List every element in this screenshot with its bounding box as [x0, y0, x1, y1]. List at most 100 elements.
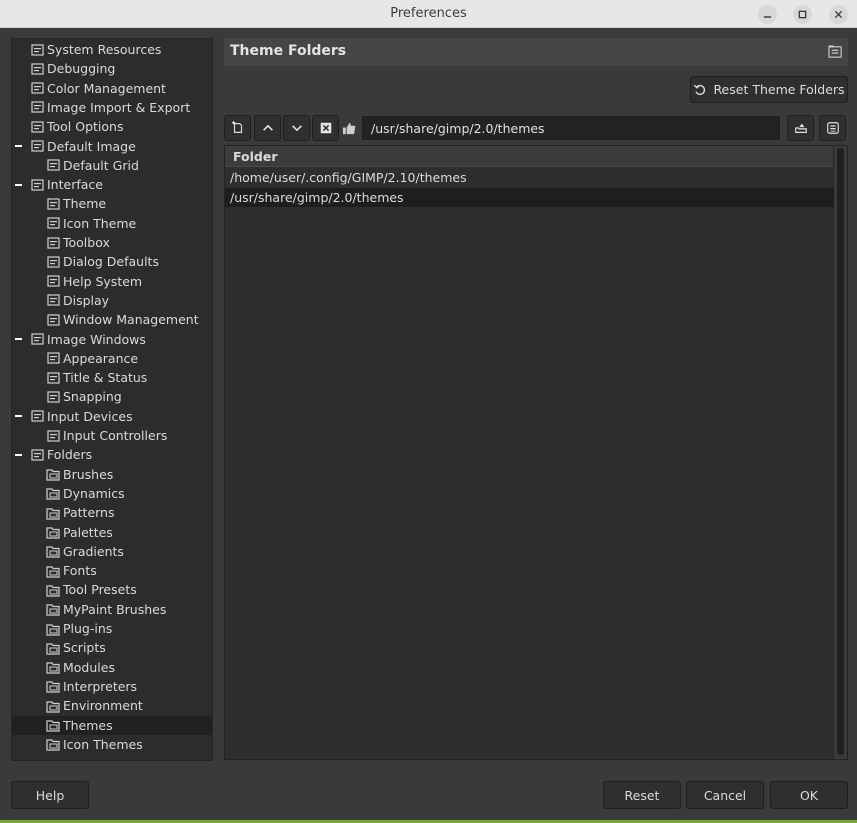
input-devices-icon: [30, 409, 44, 423]
tree-item-themes[interactable]: Themes: [12, 715, 212, 735]
tree-item-interface[interactable]: Interface: [12, 175, 212, 194]
tree-item-palettes[interactable]: Palettes: [12, 523, 212, 542]
tree-item-input-devices[interactable]: Input Devices: [12, 407, 212, 426]
interface-icon: [30, 178, 44, 192]
theme-icon: [46, 197, 60, 211]
tree-item-tool-options[interactable]: Tool Options: [12, 117, 212, 136]
folder-row[interactable]: /home/user/.config/GIMP/2.10/themes: [225, 168, 834, 187]
tree-item-theme[interactable]: Theme: [12, 194, 212, 213]
writable-thumb-icon[interactable]: [342, 121, 357, 136]
column-header-folder[interactable]: Folder: [225, 146, 834, 167]
tree-item-debugging[interactable]: Debugging: [12, 59, 212, 78]
tree-item-display[interactable]: Display: [12, 291, 212, 310]
folder-interpreters-icon: [46, 679, 60, 693]
maximize-button[interactable]: [793, 5, 812, 24]
folder-themes-icon: [46, 718, 60, 732]
details-icon: [826, 122, 839, 134]
tree-item-help-system[interactable]: Help System: [12, 272, 212, 291]
ok-button[interactable]: OK: [770, 781, 848, 809]
preferences-tree[interactable]: System Resources Debugging Color Managemen…: [11, 38, 213, 761]
tree-item-fonts[interactable]: Fonts: [12, 561, 212, 580]
folder-icon-themes-icon: [46, 737, 60, 751]
snapping-icon: [46, 390, 60, 404]
tree-item-icon-themes[interactable]: Icon Themes: [12, 735, 212, 754]
tree-item-title-status[interactable]: Title & Status: [12, 368, 212, 387]
folder-modules-icon: [46, 660, 60, 674]
tree-item-icon-theme[interactable]: Icon Theme: [12, 214, 212, 233]
tree-item-default-image[interactable]: Default Image: [12, 137, 212, 156]
tree-item-plug-ins[interactable]: Plug-ins: [12, 619, 212, 638]
folder-path: /home/user/.config/GIMP/2.10/themes: [230, 170, 467, 185]
tree-item-system-resources[interactable]: System Resources: [12, 40, 212, 59]
tree-item-input-controllers[interactable]: Input Controllers: [12, 426, 212, 445]
tree-item-window-management[interactable]: Window Management: [12, 310, 212, 329]
tree-item-appearance[interactable]: Appearance: [12, 349, 212, 368]
folder-environment-icon: [46, 699, 60, 713]
tree-item-image-windows[interactable]: Image Windows: [12, 330, 212, 349]
icon-theme-icon: [46, 216, 60, 230]
cancel-button[interactable]: Cancel: [686, 781, 764, 809]
tree-item-toolbox[interactable]: Toolbox: [12, 233, 212, 252]
tree-item-gradients[interactable]: Gradients: [12, 542, 212, 561]
move-up-button[interactable]: [254, 115, 281, 141]
tree-item-mypaint-brushes[interactable]: MyPaint Brushes: [12, 600, 212, 619]
reset-button[interactable]: Reset: [603, 781, 681, 809]
collapse-icon[interactable]: [14, 335, 23, 344]
tree-item-label: Image Import & Export: [47, 99, 191, 115]
open-folder-icon: [794, 123, 807, 133]
tree-item-snapping[interactable]: Snapping: [12, 387, 212, 406]
browse-folder-button[interactable]: [787, 115, 814, 141]
close-window-button[interactable]: [829, 5, 848, 24]
tree-item-label: Folders: [47, 447, 93, 463]
reset-theme-folders-button[interactable]: Reset Theme Folders: [690, 76, 848, 103]
tree-item-image-import-export[interactable]: Image Import & Export: [12, 98, 212, 117]
folder-row[interactable]: /usr/share/gimp/2.0/themes: [225, 187, 834, 207]
tree-item-dynamics[interactable]: Dynamics: [12, 484, 212, 503]
folder-path-input[interactable]: /usr/share/gimp/2.0/themes: [362, 116, 780, 140]
folder-details-button[interactable]: [819, 115, 846, 141]
tree-item-default-grid[interactable]: Default Grid: [12, 156, 212, 175]
tree-item-interpreters[interactable]: Interpreters: [12, 677, 212, 696]
tree-item-scripts[interactable]: Scripts: [12, 638, 212, 657]
scrollbar-thumb[interactable]: [837, 148, 844, 755]
tree-item-patterns[interactable]: Patterns: [12, 503, 212, 522]
folder-palettes-icon: [46, 525, 60, 539]
help-button[interactable]: Help: [11, 781, 89, 809]
collapse-icon[interactable]: [14, 180, 23, 189]
folder-fonts-icon: [46, 564, 60, 578]
tree-item-color-management[interactable]: Color Management: [12, 79, 212, 98]
cancel-label: Cancel: [703, 787, 747, 803]
maximize-icon: [798, 10, 807, 19]
tree-item-modules[interactable]: Modules: [12, 658, 212, 677]
title-bar: Preferences: [0, 0, 857, 28]
import-export-icon: [30, 100, 44, 114]
collapse-icon[interactable]: [14, 412, 23, 421]
window-management-icon: [46, 313, 60, 327]
tree-item-folders[interactable]: Folders: [12, 445, 212, 464]
tree-item-label: Dialog Defaults: [63, 254, 159, 270]
move-down-button[interactable]: [283, 115, 310, 141]
tree-item-dialog-defaults[interactable]: Dialog Defaults: [12, 252, 212, 271]
help-system-icon: [46, 274, 60, 288]
folder-tool-presets-icon: [46, 583, 60, 597]
tree-item-label: Input Devices: [47, 408, 133, 424]
theme-folder-list[interactable]: Folder /home/user/.config/GIMP/2.10/them…: [224, 145, 848, 760]
delete-icon: [320, 122, 331, 134]
panel-header: Theme Folders: [224, 38, 848, 66]
tree-item-brushes[interactable]: Brushes: [12, 465, 212, 484]
tool-options-icon: [30, 120, 44, 134]
color-management-icon: [30, 81, 44, 95]
folder-path: /usr/share/gimp/2.0/themes: [230, 189, 404, 205]
minimize-icon: [763, 16, 772, 18]
new-folder-button[interactable]: [224, 115, 251, 141]
collapse-icon[interactable]: [14, 142, 23, 151]
tree-item-label: Theme: [63, 196, 107, 212]
tree-item-label: Plug-ins: [63, 621, 113, 636]
vertical-scrollbar[interactable]: [833, 146, 847, 759]
collapse-icon[interactable]: [14, 450, 23, 459]
delete-folder-button[interactable]: [312, 115, 339, 141]
title-status-icon: [46, 371, 60, 385]
minimize-button[interactable]: [758, 5, 777, 24]
tree-item-tool-presets[interactable]: Tool Presets: [12, 580, 212, 599]
tree-item-environment[interactable]: Environment: [12, 696, 212, 715]
